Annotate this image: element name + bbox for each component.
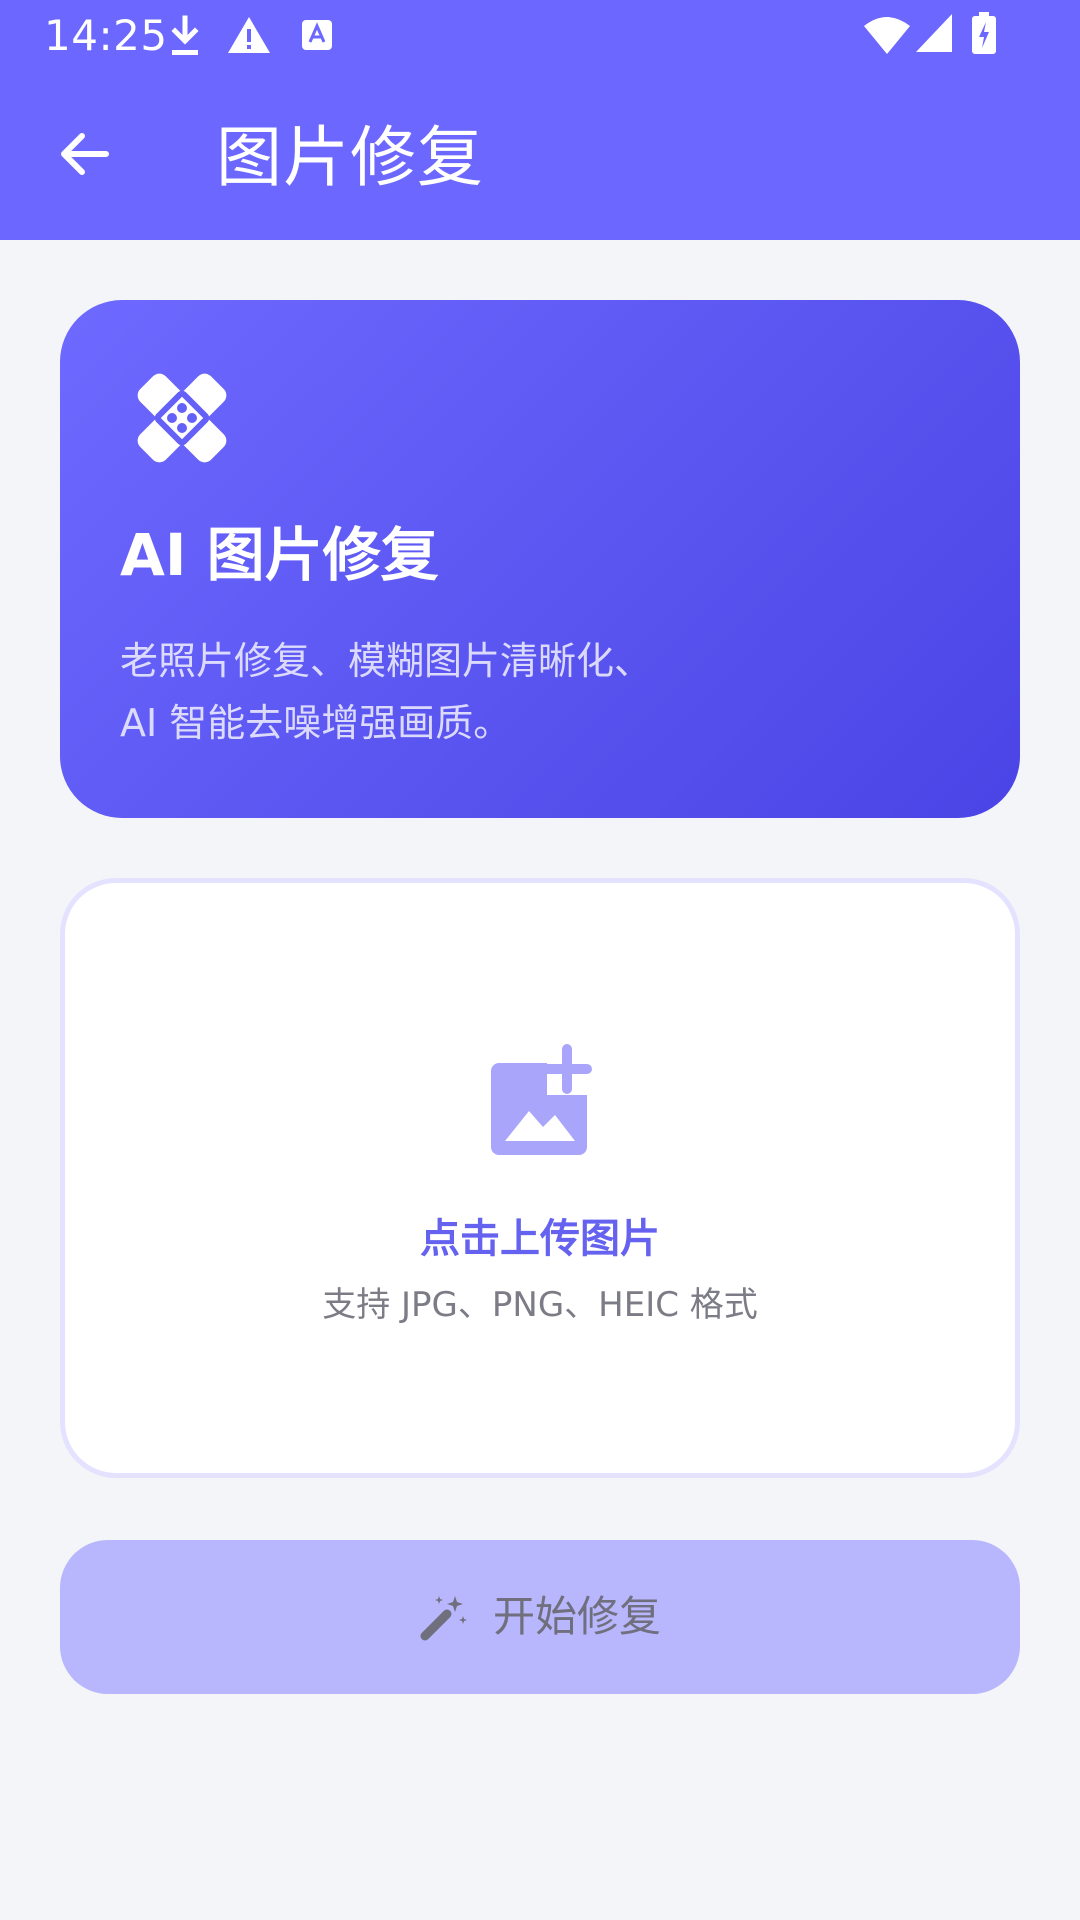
top-app-bar: 14:25 图片修复 [0,0,1080,240]
page-title: 图片修复 [216,119,484,196]
start-repair-button[interactable]: 开始修复 [60,1540,1020,1694]
start-repair-label: 开始修复 [492,1592,661,1641]
feature-hero-card: AI 图片修复 老照片修复、模糊图片清晰化、 AI 智能去噪增强画质。 [60,300,1020,818]
warning-icon [228,17,270,53]
hero-description-line-1: 老照片修复、模糊图片清晰化、 [120,639,653,683]
accessibility-icon [302,20,332,50]
bandage-icon [137,373,227,463]
add-photo-icon [491,1043,603,1155]
arrow-left-icon [61,133,109,175]
upload-image-area[interactable]: 点击上传图片 支持 JPG、PNG、HEIC 格式 [60,878,1020,1478]
upload-title: 点击上传图片 [420,1216,660,1262]
wifi-icon [864,17,910,54]
magic-wand-icon [420,1596,467,1641]
upload-format-hint: 支持 JPG、PNG、HEIC 格式 [322,1285,758,1325]
battery-charging-icon [972,12,996,54]
hero-description-line-2: AI 智能去噪增强画质。 [120,701,512,745]
download-icon [171,15,199,55]
hero-title: AI 图片修复 [120,521,439,589]
back-button[interactable] [44,114,124,194]
hero-description: 老照片修复、模糊图片清晰化、 AI 智能去噪增强画质。 [120,630,940,754]
signal-icon [916,14,952,52]
status-time: 14:25 [44,11,168,60]
